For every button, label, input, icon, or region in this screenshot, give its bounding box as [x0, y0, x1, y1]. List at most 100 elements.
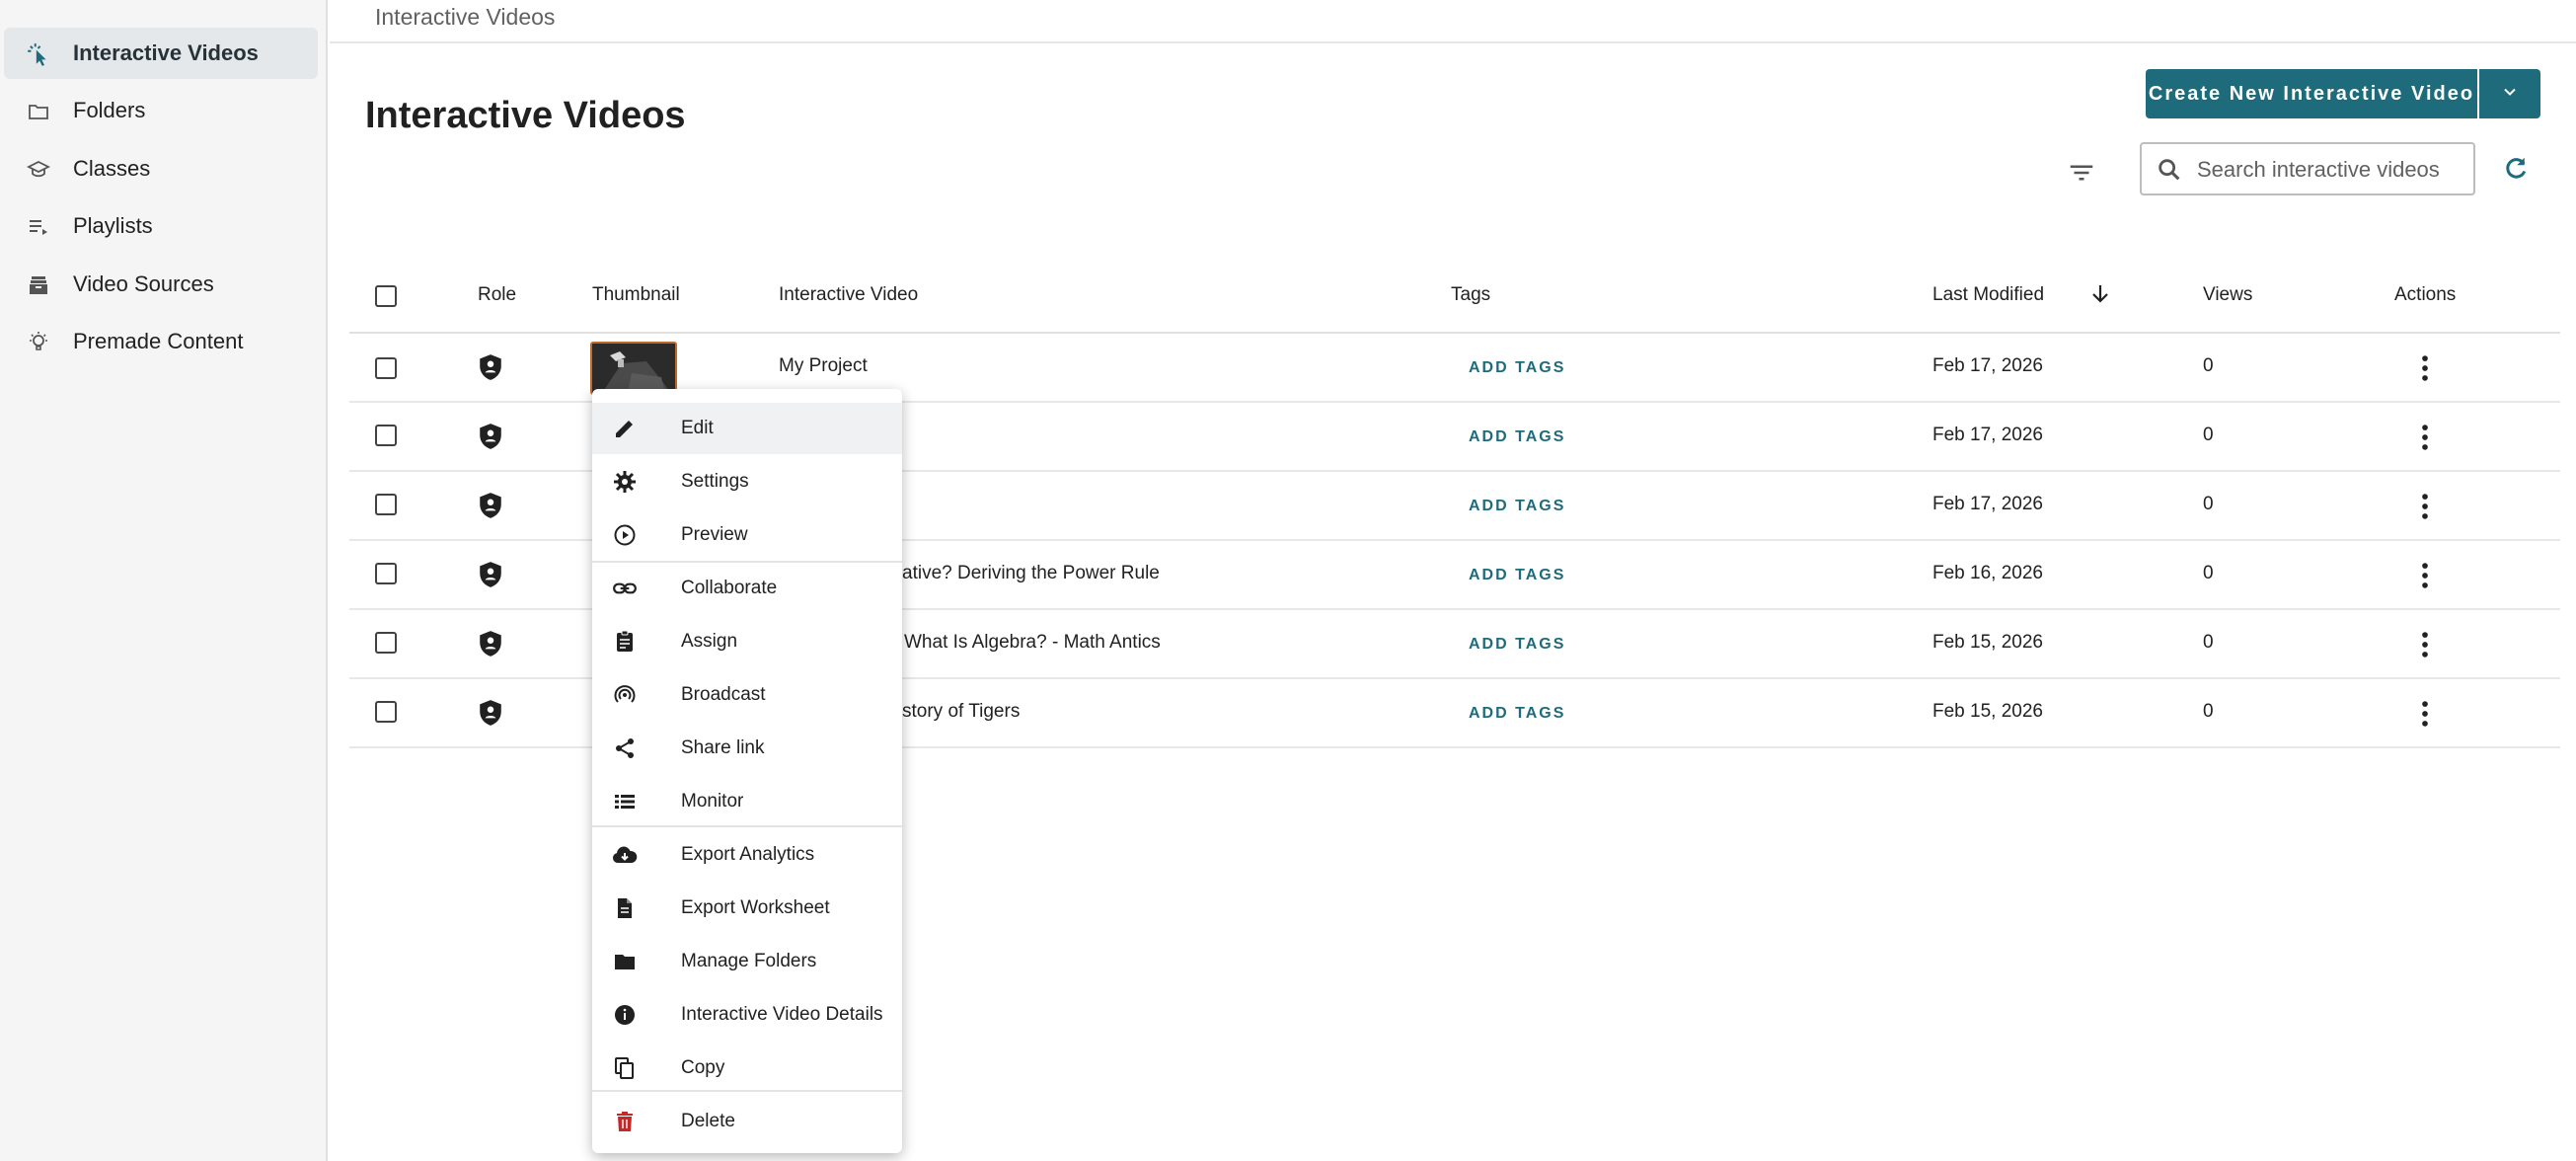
actions-context-menu: Edit Settings Preview Collaborate Assign… — [592, 389, 902, 1153]
more-actions-button[interactable] — [2408, 559, 2442, 592]
chevron-down-icon — [2500, 82, 2520, 107]
refresh-button[interactable] — [2501, 154, 2535, 188]
last-modified: Feb 16, 2026 — [1932, 563, 2043, 583]
sidebar: Interactive Videos Folders Classes Playl… — [0, 0, 328, 1161]
create-options-dropdown-button[interactable] — [2477, 69, 2540, 118]
add-tags-button[interactable]: ADD TAGS — [1469, 705, 1565, 723]
views-count: 0 — [2203, 632, 2214, 653]
link-icon — [612, 576, 638, 601]
sidebar-item-playlists[interactable]: Playlists — [4, 200, 318, 252]
menu-item-preview[interactable]: Preview — [592, 509, 902, 561]
pointer-click-icon — [26, 41, 51, 67]
sidebar-item-label: Interactive Videos — [73, 40, 259, 65]
search-box — [2140, 142, 2475, 195]
copy-icon — [612, 1055, 638, 1081]
menu-divider — [592, 825, 902, 827]
sidebar-item-classes[interactable]: Classes — [4, 143, 318, 194]
filter-icon — [2067, 165, 2096, 192]
select-all-checkbox[interactable] — [375, 285, 397, 307]
row-checkbox[interactable] — [375, 632, 397, 654]
row-checkbox[interactable] — [375, 563, 397, 584]
add-tags-button[interactable]: ADD TAGS — [1469, 498, 1565, 515]
menu-item-broadcast[interactable]: Broadcast — [592, 669, 902, 721]
menu-divider — [592, 1090, 902, 1092]
views-count: 0 — [2203, 425, 2214, 445]
column-header-last-modified[interactable]: Last Modified — [1932, 284, 2044, 306]
menu-item-assign[interactable]: Assign — [592, 616, 902, 667]
menu-item-export-analytics[interactable]: Export Analytics — [592, 829, 902, 881]
menu-item-monitor[interactable]: Monitor — [592, 776, 902, 827]
play-circle-icon — [612, 522, 638, 548]
search-input[interactable] — [2195, 152, 2462, 188]
add-tags-button[interactable]: ADD TAGS — [1469, 359, 1565, 377]
last-modified: Feb 15, 2026 — [1932, 701, 2043, 722]
sidebar-item-interactive-videos[interactable]: Interactive Videos — [4, 28, 318, 79]
school-icon — [26, 157, 51, 183]
row-checkbox[interactable] — [375, 494, 397, 515]
lightbulb-icon — [26, 330, 51, 355]
add-tags-button[interactable]: ADD TAGS — [1469, 567, 1565, 584]
menu-item-delete[interactable]: Delete — [592, 1096, 902, 1147]
menu-item-manage-folders[interactable]: Manage Folders — [592, 936, 902, 987]
refresh-icon — [2501, 157, 2531, 188]
create-new-interactive-video-button[interactable]: Create New Interactive Video — [2146, 69, 2477, 118]
more-actions-button[interactable] — [2408, 421, 2442, 454]
more-actions-button[interactable] — [2408, 490, 2442, 523]
top-bar: Interactive Videos — [330, 0, 2576, 43]
column-header-tags: Tags — [1451, 284, 1491, 305]
page-title: Interactive Videos — [365, 95, 686, 136]
sidebar-item-label: Folders — [73, 98, 146, 122]
menu-item-copy[interactable]: Copy — [592, 1043, 902, 1094]
sidebar-item-label: Classes — [73, 156, 151, 181]
owner-shield-icon — [478, 353, 503, 386]
last-modified: Feb 15, 2026 — [1932, 632, 2043, 653]
column-header-interactive-video[interactable]: Interactive Video — [779, 284, 918, 306]
sidebar-item-premade-content[interactable]: Premade Content — [4, 316, 318, 367]
menu-item-collaborate[interactable]: Collaborate — [592, 563, 902, 614]
gear-icon — [612, 469, 638, 495]
add-tags-button[interactable]: ADD TAGS — [1469, 636, 1565, 654]
row-checkbox[interactable] — [375, 357, 397, 379]
inbox-stack-icon — [26, 272, 51, 298]
search-icon — [2156, 156, 2183, 189]
menu-item-export-worksheet[interactable]: Export Worksheet — [592, 883, 902, 934]
more-actions-button[interactable] — [2408, 697, 2442, 731]
last-modified: Feb 17, 2026 — [1932, 425, 2043, 445]
row-checkbox[interactable] — [375, 425, 397, 446]
last-modified: Feb 17, 2026 — [1932, 494, 2043, 514]
sidebar-item-label: Playlists — [73, 213, 153, 238]
menu-item-share-link[interactable]: Share link — [592, 723, 902, 774]
sort-arrow-down-icon[interactable] — [2088, 282, 2112, 311]
menu-item-settings[interactable]: Settings — [592, 456, 902, 507]
video-title[interactable]: My Project — [779, 355, 868, 377]
owner-shield-icon — [478, 561, 503, 593]
broadcast-icon — [612, 682, 638, 708]
list-icon — [612, 789, 638, 814]
pencil-icon — [612, 416, 638, 441]
video-title[interactable]: ative? Deriving the Power Rule — [902, 563, 1160, 584]
share-icon — [612, 735, 638, 761]
menu-item-edit[interactable]: Edit — [592, 403, 902, 454]
filter-button[interactable] — [2067, 158, 2100, 188]
clipboard-icon — [612, 629, 638, 655]
views-count: 0 — [2203, 563, 2214, 583]
playlist-icon — [26, 214, 51, 240]
last-modified: Feb 17, 2026 — [1932, 355, 2043, 376]
more-actions-button[interactable] — [2408, 628, 2442, 661]
video-thumbnail[interactable] — [590, 342, 677, 395]
video-title[interactable]: What Is Algebra? - Math Antics — [904, 632, 1161, 654]
menu-item-interactive-video-details[interactable]: Interactive Video Details — [592, 989, 902, 1041]
add-tags-button[interactable]: ADD TAGS — [1469, 428, 1565, 446]
views-count: 0 — [2203, 494, 2214, 514]
views-count: 0 — [2203, 355, 2214, 376]
sidebar-item-label: Premade Content — [73, 329, 244, 353]
column-header-actions: Actions — [2394, 284, 2457, 305]
video-title[interactable]: story of Tigers — [902, 701, 1020, 723]
row-checkbox[interactable] — [375, 701, 397, 723]
column-header-views[interactable]: Views — [2203, 284, 2252, 306]
sidebar-item-video-sources[interactable]: Video Sources — [4, 259, 318, 310]
info-icon — [612, 1002, 638, 1028]
folder-icon — [612, 949, 638, 974]
sidebar-item-folders[interactable]: Folders — [4, 85, 318, 136]
more-actions-button[interactable] — [2408, 351, 2442, 385]
